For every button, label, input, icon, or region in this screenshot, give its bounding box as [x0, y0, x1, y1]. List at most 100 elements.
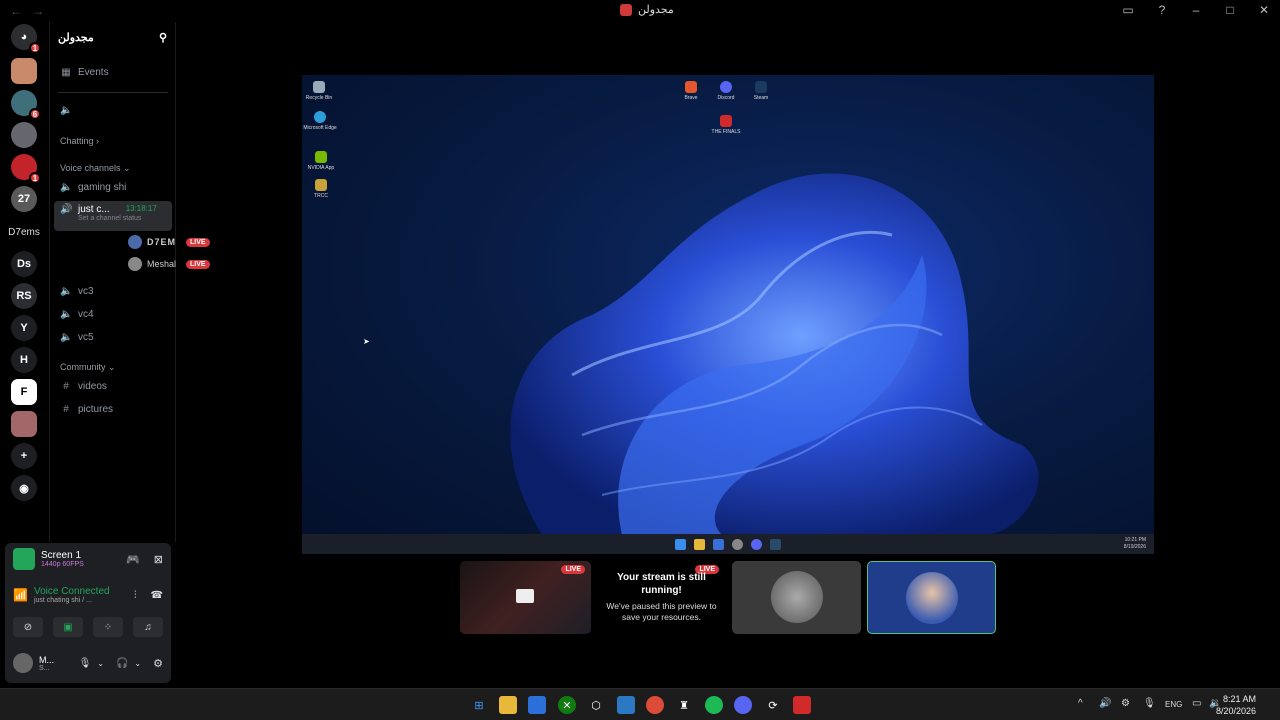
- voice-channel-item[interactable]: 🔈: [54, 102, 172, 119]
- server-icon[interactable]: 27: [11, 186, 37, 212]
- folder-icon: [694, 538, 705, 550]
- category-chatting[interactable]: Chatting ›: [60, 136, 99, 146]
- headphones-icon[interactable]: 🎧: [116, 658, 128, 669]
- app-icon[interactable]: ⟳: [764, 696, 782, 714]
- live-badge: LIVE: [186, 259, 210, 269]
- channel-list: مجدولن ⚲ ▦ Events 🔈 Chatting › Voice cha…: [49, 22, 210, 542]
- desktop-icon[interactable]: TRCC: [304, 179, 338, 199]
- system-clock[interactable]: 8:21 AM 8/20/2026: [1216, 693, 1256, 717]
- server-icon[interactable]: F: [11, 379, 37, 405]
- voice-user[interactable]: D7EM LIVE: [128, 235, 210, 249]
- language-indicator[interactable]: ENG: [1165, 700, 1182, 709]
- mouse-cursor-icon: ➤: [363, 337, 370, 346]
- close-button[interactable]: ✕: [1256, 3, 1272, 17]
- chevron-down-icon[interactable]: ⌄: [134, 659, 141, 668]
- server-icon[interactable]: RS: [11, 283, 37, 309]
- desktop-icon[interactable]: NVIDIA App: [304, 151, 338, 171]
- microphone-icon[interactable]: 🎙: [79, 658, 92, 669]
- desktop-icon[interactable]: Brave: [674, 81, 708, 101]
- back-arrow-icon[interactable]: ←: [10, 4, 22, 18]
- signal-icon[interactable]: 📶: [13, 588, 28, 602]
- divider: [58, 92, 168, 93]
- server-icon[interactable]: [11, 122, 37, 148]
- settings-gear-icon[interactable]: ⚙: [1121, 698, 1130, 709]
- direct-messages-icon[interactable]: ◕ 1: [11, 24, 41, 54]
- stop-share-icon[interactable]: ⊠: [154, 553, 163, 566]
- voice-channel-active[interactable]: 🔊 just c... 13:18:17 Set a channel statu…: [54, 201, 172, 231]
- channel-status[interactable]: Set a channel status: [78, 215, 157, 222]
- category-voice[interactable]: Voice channels ⌄: [60, 163, 131, 174]
- steam-icon: [770, 538, 781, 550]
- desktop-icon[interactable]: Microsoft Edge: [303, 111, 337, 131]
- activities-button[interactable]: ⁘: [93, 617, 123, 637]
- user-name[interactable]: M...: [39, 655, 73, 665]
- paused-stream-tile[interactable]: LIVE Your stream is still running! We've…: [596, 561, 727, 634]
- chevron-down-icon[interactable]: ⌄: [97, 659, 104, 668]
- windows-logo-icon: [675, 538, 686, 550]
- network-icon[interactable]: ▭: [1192, 698, 1201, 709]
- stream-tile[interactable]: LIVE: [460, 561, 591, 634]
- server-name: مجدولن: [58, 31, 94, 44]
- chrome-icon[interactable]: [646, 696, 664, 714]
- speaker-icon[interactable]: 🔊: [1099, 698, 1111, 709]
- mail-icon[interactable]: [617, 696, 635, 714]
- store-icon[interactable]: [528, 696, 546, 714]
- participant-tile-speaking[interactable]: [867, 561, 996, 634]
- camera-off-button[interactable]: ⊘: [13, 617, 43, 637]
- xbox-icon[interactable]: ✕: [558, 696, 576, 714]
- events-item[interactable]: ▦ Events: [54, 64, 172, 81]
- text-channel-videos[interactable]: # videos: [54, 378, 172, 395]
- desktop-icon[interactable]: Discord: [709, 81, 743, 101]
- maximize-button[interactable]: □: [1222, 3, 1238, 17]
- discord-icon[interactable]: [734, 696, 752, 714]
- voice-channel-gaming[interactable]: 🔈 gaming shi: [54, 179, 172, 196]
- app-icon[interactable]: ⬡: [587, 696, 605, 714]
- explore-icon[interactable]: ◉: [11, 475, 37, 501]
- participant-tile[interactable]: [732, 561, 861, 634]
- voice-channel-vc3[interactable]: 🔈 vc3: [54, 283, 172, 300]
- voice-channel-vc5[interactable]: 🔈 vc5: [54, 329, 172, 346]
- share-screen-button[interactable]: ▣: [53, 617, 83, 637]
- inbox-icon[interactable]: ▭: [1120, 3, 1136, 17]
- avatar[interactable]: [13, 653, 33, 673]
- server-icon[interactable]: Y: [11, 315, 37, 341]
- server-icon[interactable]: Ds: [11, 251, 37, 277]
- channel-label: pictures: [78, 404, 114, 415]
- spotify-icon[interactable]: [705, 696, 723, 714]
- settings-gear-icon[interactable]: ⚙: [153, 657, 163, 670]
- text-channel-pictures[interactable]: # pictures: [54, 401, 172, 418]
- the-finals-icon[interactable]: [793, 696, 811, 714]
- stream-viewer[interactable]: Recycle Bin Microsoft Edge NVIDIA App TR…: [302, 75, 1154, 554]
- help-icon[interactable]: ?: [1154, 3, 1170, 17]
- noise-suppression-icon[interactable]: ⫶: [134, 590, 137, 601]
- voice-user[interactable]: Meshal LIVE: [128, 257, 210, 271]
- app-icon[interactable]: ♜: [675, 696, 693, 714]
- server-icon[interactable]: 6: [11, 90, 41, 120]
- server-icon[interactable]: [11, 58, 37, 84]
- file-explorer-icon[interactable]: [499, 696, 517, 714]
- forward-arrow-icon[interactable]: →: [32, 4, 44, 18]
- voice-channel-vc4[interactable]: 🔈 vc4: [54, 306, 172, 323]
- server-icon[interactable]: H: [11, 347, 37, 373]
- add-server-icon[interactable]: +: [11, 443, 37, 469]
- title-bar: ← → مجدولن ▭ ? – □ ✕: [0, 0, 1280, 22]
- chevron-up-icon[interactable]: ^: [1078, 698, 1083, 709]
- server-header[interactable]: مجدولن ⚲: [50, 22, 175, 52]
- minimize-button[interactable]: –: [1188, 3, 1204, 17]
- desktop-icon[interactable]: Steam: [744, 81, 778, 101]
- add-member-icon[interactable]: ⚲: [159, 31, 167, 44]
- controller-icon[interactable]: 🎮: [126, 553, 140, 566]
- paused-title: Your stream is still running!: [617, 572, 706, 596]
- server-icon[interactable]: [11, 411, 37, 437]
- screen-quality: 1440p 60FPS: [41, 561, 84, 568]
- category-community[interactable]: Community ⌄: [60, 362, 116, 373]
- soundboard-button[interactable]: ♫: [133, 617, 163, 637]
- server-icon[interactable]: 1: [11, 154, 41, 184]
- microphone-icon[interactable]: 🎙: [1143, 698, 1156, 709]
- desktop-icon[interactable]: THE FINALS: [709, 115, 743, 135]
- desktop-icon[interactable]: Recycle Bin: [302, 81, 336, 101]
- server-label[interactable]: D7ems: [0, 227, 48, 238]
- windows-start-icon[interactable]: ⊞: [470, 696, 488, 714]
- voice-status[interactable]: Voice Connected: [34, 586, 128, 597]
- disconnect-icon[interactable]: ☎: [151, 590, 163, 601]
